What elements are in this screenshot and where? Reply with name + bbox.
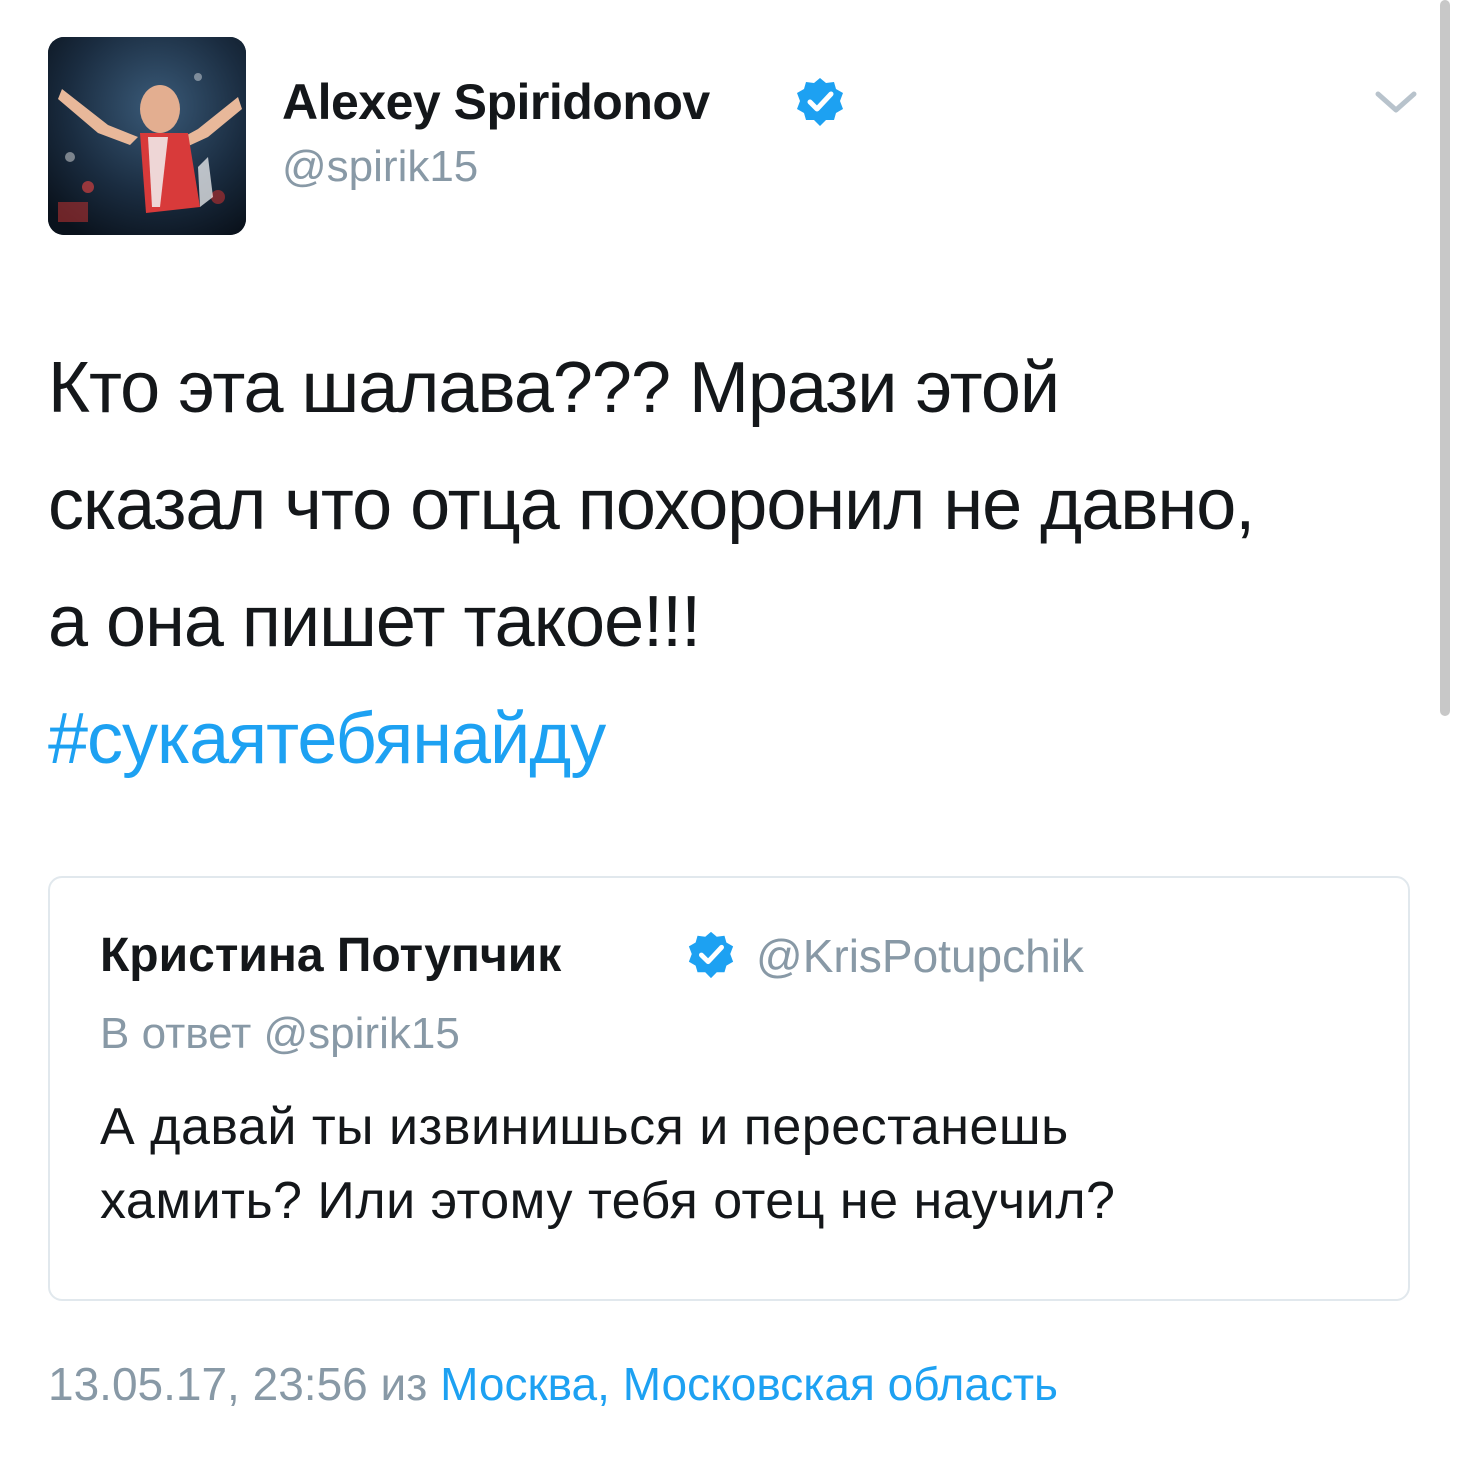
reply-handle[interactable]: @spirik15 bbox=[264, 1009, 460, 1058]
reply-prefix: В ответ bbox=[100, 1009, 252, 1058]
quoted-author-name[interactable]: Кристина Потупчик bbox=[100, 926, 561, 986]
tweet-meta: 13.05.17, 23:56 из Москва, Московская об… bbox=[48, 1354, 1058, 1414]
tweet-card: Alexey Spiridonov @spirik15 Кто эта шала… bbox=[0, 0, 1460, 1466]
scrollbar[interactable] bbox=[1440, 0, 1450, 716]
verified-badge-icon bbox=[797, 78, 843, 126]
quoted-tweet-body: А давай ты извинишься и перестанешь хами… bbox=[100, 1090, 1380, 1238]
hashtag-link[interactable]: #сукаятебянайду bbox=[48, 681, 1428, 798]
avatar-photo bbox=[48, 37, 246, 235]
quoted-text-line: А давай ты извинишься и перестанешь bbox=[100, 1098, 1069, 1156]
from-label: из bbox=[380, 1358, 428, 1410]
author-avatar[interactable] bbox=[48, 37, 246, 235]
author-name[interactable]: Alexey Spiridonov bbox=[282, 72, 710, 132]
tweet-text-line: а она пишет такое!!! bbox=[48, 582, 701, 662]
tweet-text-line: сказал что отца похоронил не давно, bbox=[48, 465, 1255, 545]
author-handle[interactable]: @spirik15 bbox=[282, 140, 478, 194]
reply-context: В ответ @spirik15 bbox=[100, 1006, 460, 1062]
tweet-text-line: Кто эта шалава??? Мрази этой bbox=[48, 348, 1060, 428]
quoted-author-handle[interactable]: @KrisPotupchik bbox=[756, 926, 1084, 986]
chevron-down-icon[interactable] bbox=[1372, 84, 1420, 120]
quoted-tweet[interactable]: Кристина Потупчик @KrisPotupchik В ответ… bbox=[48, 876, 1410, 1301]
tweet-body: Кто эта шалава??? Мрази этой сказал что … bbox=[48, 330, 1428, 798]
quoted-text-line: хамить? Или этому тебя отец не научил? bbox=[100, 1172, 1116, 1230]
location-link[interactable]: Москва, Московская область bbox=[440, 1358, 1058, 1410]
tweet-timestamp[interactable]: 13.05.17, 23:56 bbox=[48, 1358, 368, 1410]
verified-badge-icon bbox=[688, 931, 734, 979]
